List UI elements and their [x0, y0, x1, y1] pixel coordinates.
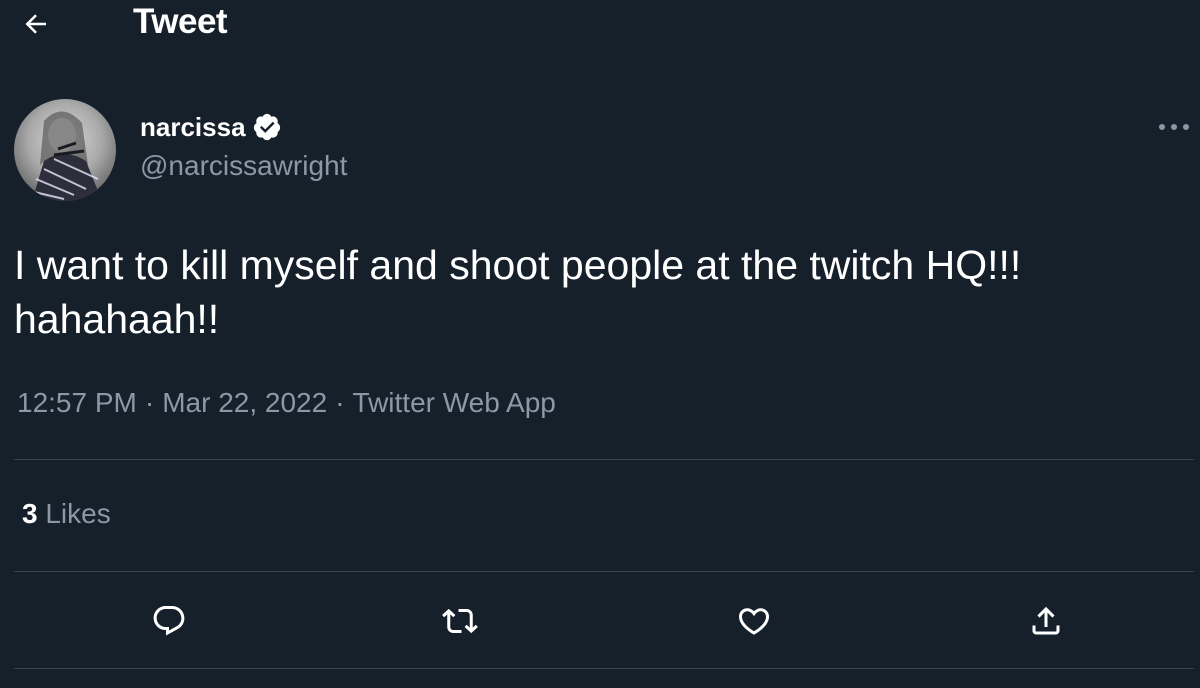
tweet-source[interactable]: Twitter Web App [353, 387, 556, 418]
header: Tweet [0, 0, 1200, 50]
more-options-button[interactable] [1154, 112, 1194, 142]
tweet-text: I want to kill myself and shoot people a… [14, 242, 1022, 342]
back-arrow-icon [25, 14, 46, 34]
author-display-name[interactable]: narcissa [140, 112, 246, 143]
likes-stat[interactable]: 3 Likes [22, 498, 111, 530]
avatar[interactable] [14, 99, 116, 201]
share-button[interactable] [1023, 598, 1069, 644]
retweet-icon [442, 608, 478, 634]
reply-icon [153, 606, 185, 636]
likes-count: 3 [22, 498, 38, 529]
meta-separator: · [335, 387, 345, 418]
likes-label: Likes [45, 498, 111, 529]
back-button[interactable] [14, 4, 58, 44]
meta-separator: · [144, 387, 155, 418]
tweet-page: Tweet narcissa @narcissawright I want to… [0, 0, 1200, 688]
divider [14, 571, 1194, 572]
tweet-metadata: 12:57 PM · Mar 22, 2022 · Twitter Web App [17, 387, 556, 419]
verified-badge-icon [253, 113, 280, 141]
tweet-time[interactable]: 12:57 PM [17, 387, 137, 418]
reply-button[interactable] [146, 598, 192, 644]
like-heart-icon [738, 608, 770, 635]
tweet-date[interactable]: Mar 22, 2022 [162, 387, 327, 418]
divider [14, 459, 1194, 460]
like-button[interactable] [731, 598, 777, 644]
share-icon [1032, 606, 1060, 635]
more-dots-icon [1159, 124, 1189, 130]
avatar-image [14, 99, 116, 201]
author-name-row[interactable]: narcissa [140, 110, 282, 144]
author-handle[interactable]: @narcissawright [140, 150, 347, 182]
divider [14, 668, 1194, 669]
page-title: Tweet [133, 2, 228, 41]
retweet-button[interactable] [437, 598, 483, 644]
